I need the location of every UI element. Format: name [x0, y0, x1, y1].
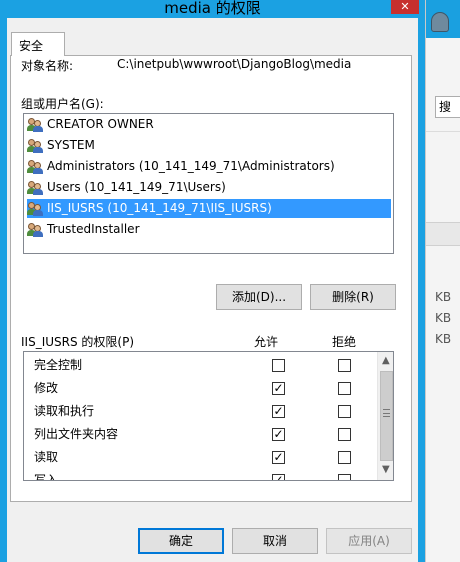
window-title: media 的权限: [164, 0, 261, 17]
object-name-label: 对象名称:: [21, 59, 74, 73]
allow-column-header: 允许: [254, 335, 279, 349]
table-row: 读取 ✓: [24, 446, 378, 469]
deny-checkbox[interactable]: [338, 451, 351, 464]
list-item[interactable]: CREATOR OWNER: [27, 115, 391, 134]
background-toolbar-strip: [426, 222, 460, 246]
users-icon: [27, 159, 43, 174]
background-window-header: [426, 0, 460, 38]
user-name: Administrators (10_141_149_71\Administra…: [47, 159, 335, 173]
close-button[interactable]: ✕: [391, 0, 419, 14]
allow-checkbox[interactable]: ✓: [272, 451, 285, 464]
deny-checkbox[interactable]: [338, 474, 351, 480]
tab-security[interactable]: 安全: [11, 32, 65, 56]
allow-checkbox[interactable]: [272, 359, 285, 372]
user-name: TrustedInstaller: [47, 222, 140, 236]
background-search-button[interactable]: 搜: [435, 96, 460, 118]
allow-checkbox[interactable]: ✓: [272, 428, 285, 441]
title-bar[interactable]: media 的权限 ✕: [0, 0, 425, 18]
users-icon: [27, 222, 43, 237]
scroll-up-icon[interactable]: ▲: [382, 356, 390, 366]
user-name: CREATOR OWNER: [47, 117, 154, 131]
permissions-list[interactable]: 完全控制 修改 ✓ 读取和执行 ✓ 列出文件夹内容 ✓ 读取 ✓ 写入 ✓ ▲ …: [23, 351, 394, 481]
allow-checkbox[interactable]: ✓: [272, 405, 285, 418]
scrollbar-thumb[interactable]: [380, 371, 393, 461]
permission-name: 完全控制: [34, 358, 83, 372]
table-row: 列出文件夹内容 ✓: [24, 423, 378, 446]
close-icon: ✕: [400, 0, 410, 13]
users-icon: [27, 201, 43, 216]
permission-name: 读取和执行: [34, 404, 95, 418]
table-row: 读取和执行 ✓: [24, 400, 378, 423]
list-item[interactable]: TrustedInstaller: [27, 220, 391, 239]
user-name: Users (10_141_149_71\Users): [47, 180, 226, 194]
permission-name: 列出文件夹内容: [34, 427, 119, 441]
list-item-selected[interactable]: IIS_IUSRS (10_141_149_71\IIS_IUSRS): [27, 199, 391, 218]
object-name-value: C:\inetpub\wwwroot\DjangoBlog\media: [117, 57, 352, 71]
ok-button[interactable]: 确定: [138, 528, 224, 554]
users-icon: [27, 180, 43, 195]
vertical-scrollbar[interactable]: ▲ ▼: [377, 352, 393, 480]
group-list-label: 组或用户名(G):: [21, 97, 104, 111]
deny-checkbox[interactable]: [338, 428, 351, 441]
dialog-client-area: 安全 对象名称: C:\inetpub\wwwroot\DjangoBlog\m…: [7, 18, 418, 562]
scroll-down-icon[interactable]: ▼: [382, 465, 390, 475]
cancel-button[interactable]: 取消: [232, 528, 318, 554]
permissions-label: IIS_IUSRS 的权限(P): [21, 335, 135, 349]
file-size-unit: KB: [435, 332, 452, 346]
permission-name: 读取: [34, 450, 59, 464]
permission-name: 修改: [34, 381, 59, 395]
grip-icon: [383, 409, 390, 417]
table-row: 完全控制: [24, 354, 378, 377]
allow-checkbox[interactable]: ✓: [272, 382, 285, 395]
user-name: SYSTEM: [47, 138, 95, 152]
list-item[interactable]: Administrators (10_141_149_71\Administra…: [27, 157, 391, 176]
apply-button[interactable]: 应用(A): [326, 528, 412, 554]
table-row: 写入 ✓: [24, 469, 378, 481]
users-icon: [27, 117, 43, 132]
background-window: 搜 KB KB KB: [425, 0, 460, 562]
user-name: IIS_IUSRS (10_141_149_71\IIS_IUSRS): [47, 201, 272, 215]
deny-column-header: 拒绝: [332, 335, 357, 349]
permission-name: 写入: [34, 473, 59, 481]
deny-checkbox[interactable]: [338, 359, 351, 372]
list-item[interactable]: SYSTEM: [27, 136, 391, 155]
avatar-icon: [431, 12, 449, 32]
remove-button[interactable]: 删除(R): [310, 284, 396, 310]
add-button[interactable]: 添加(D)...: [216, 284, 302, 310]
deny-checkbox[interactable]: [338, 382, 351, 395]
file-size-unit: KB: [435, 311, 452, 325]
permissions-dialog: media 的权限 ✕ 安全 对象名称: C:\inetpub\wwwroot\…: [0, 0, 425, 562]
file-size-unit: KB: [435, 290, 452, 304]
deny-checkbox[interactable]: [338, 405, 351, 418]
users-icon: [27, 138, 43, 153]
list-item[interactable]: Users (10_141_149_71\Users): [27, 178, 391, 197]
divider: [426, 131, 460, 132]
table-row: 修改 ✓: [24, 377, 378, 400]
allow-checkbox[interactable]: ✓: [272, 474, 285, 480]
group-user-list[interactable]: CREATOR OWNER SYSTEM Administrators (10_…: [23, 113, 394, 254]
